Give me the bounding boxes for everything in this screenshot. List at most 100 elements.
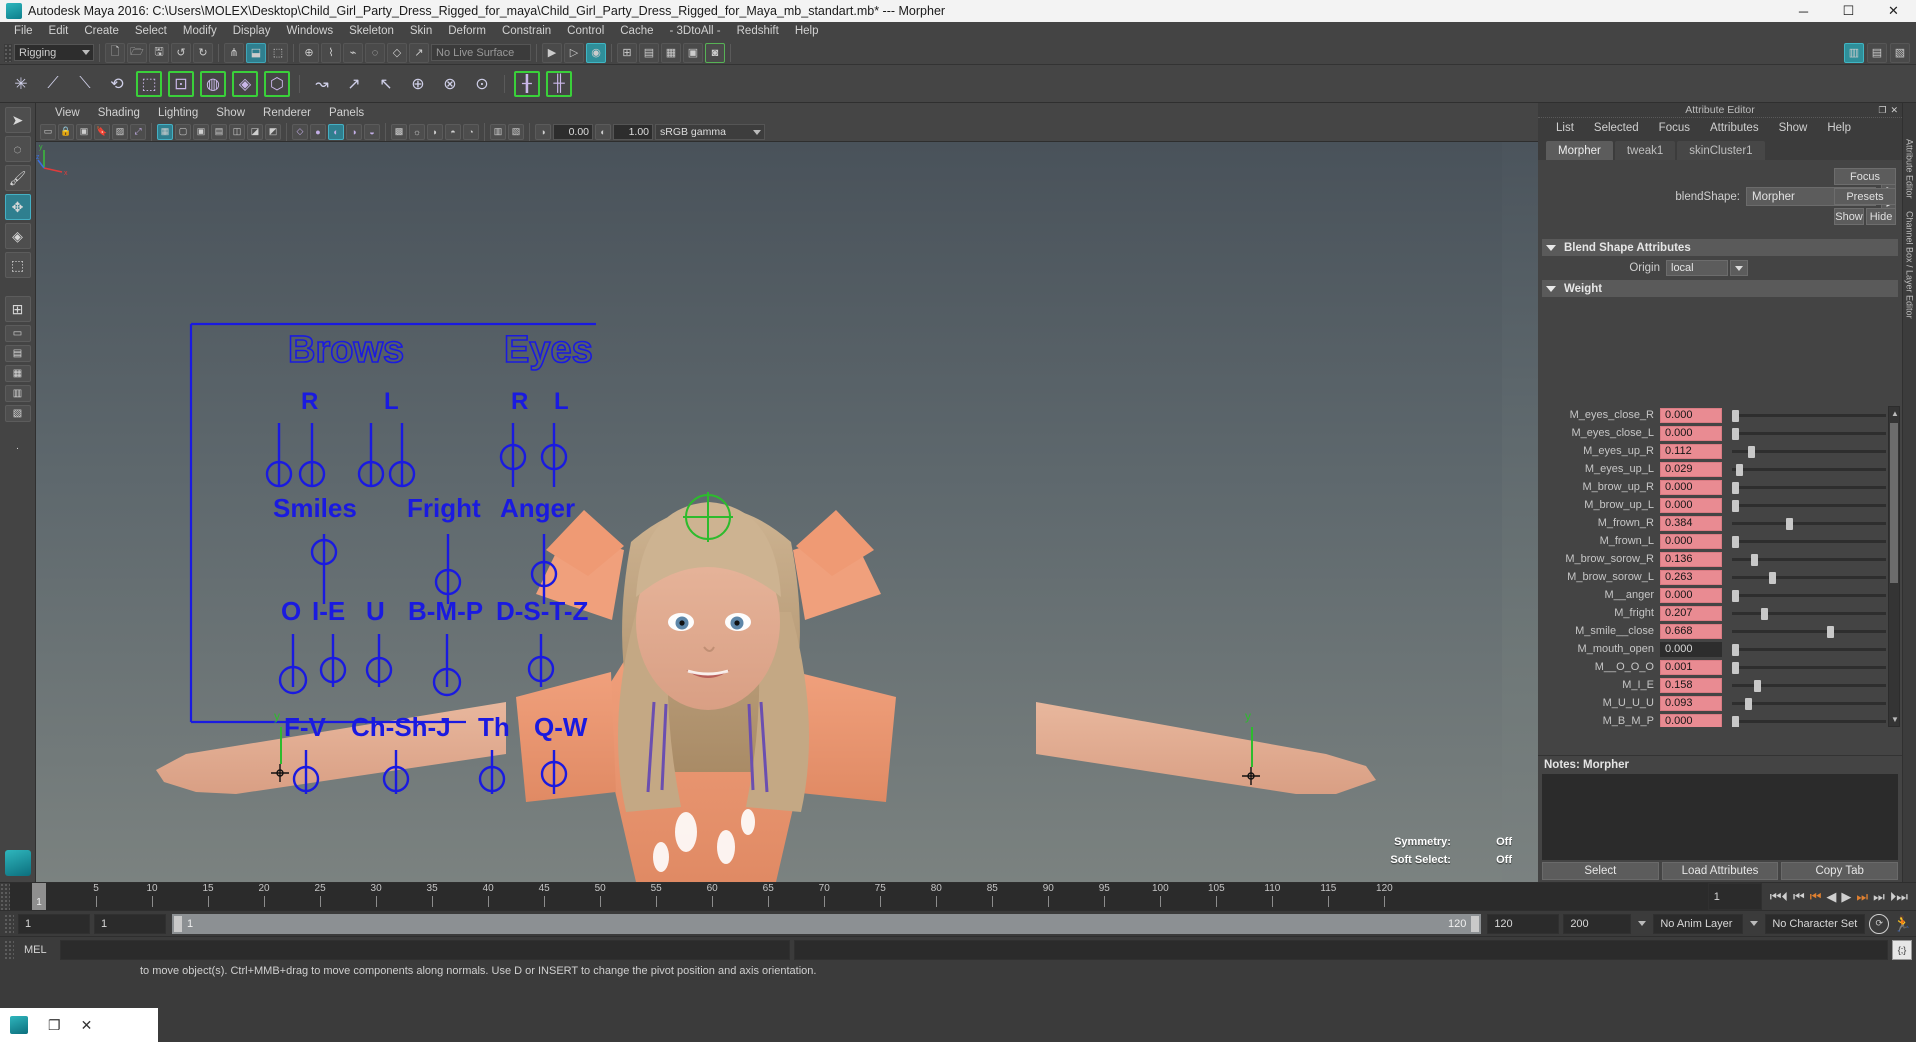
- weight-value-field[interactable]: 0.263: [1660, 569, 1722, 585]
- camera-attributes-icon[interactable]: ▣: [76, 123, 92, 140]
- select-button[interactable]: Select: [1542, 862, 1659, 880]
- render-settings-icon[interactable]: ◉: [586, 42, 606, 63]
- weight-slider[interactable]: [1732, 480, 1886, 495]
- weight-slider[interactable]: [1732, 426, 1886, 441]
- focus-button[interactable]: Focus: [1834, 168, 1896, 185]
- minimize-button[interactable]: ─: [1781, 0, 1826, 22]
- lasso-select-tool[interactable]: ◌: [4, 136, 31, 162]
- bookmark-icon[interactable]: 🔖: [94, 123, 110, 140]
- maya-taskbar-icon[interactable]: [10, 1016, 28, 1034]
- close-panel-icon[interactable]: ✕: [1890, 105, 1898, 116]
- menu-constrain[interactable]: Constrain: [494, 22, 559, 41]
- shadows-toggle-icon[interactable]: ◗: [427, 123, 443, 140]
- attribute-editor-toggle-icon[interactable]: ◙: [705, 42, 725, 63]
- xray-joints-icon[interactable]: ◪: [247, 123, 263, 140]
- workspace-icon[interactable]: ▥: [1844, 42, 1864, 63]
- undock-icon[interactable]: ❐: [1878, 105, 1886, 116]
- weight-value-field[interactable]: 0.000: [1660, 497, 1722, 513]
- menu-help[interactable]: Help: [787, 22, 827, 41]
- slider-handle[interactable]: [1732, 427, 1739, 440]
- show-button[interactable]: Show: [1834, 208, 1864, 225]
- weight-section[interactable]: Weight: [1542, 280, 1898, 297]
- weight-value-field[interactable]: 0.384: [1660, 515, 1722, 531]
- paint-select-tool[interactable]: 🖌: [4, 165, 31, 191]
- load-attributes-button[interactable]: Load Attributes: [1661, 862, 1779, 880]
- blend-shape-attributes-section[interactable]: Blend Shape Attributes: [1542, 239, 1898, 256]
- ik-spline-icon[interactable]: ⟍: [72, 71, 98, 97]
- wireframe-shading-icon[interactable]: ◇: [292, 123, 308, 140]
- slider-handle[interactable]: [1732, 661, 1740, 674]
- gamma-icon[interactable]: ◐: [595, 123, 611, 140]
- weight-value-field[interactable]: 0.136: [1660, 551, 1722, 567]
- xray-active-components-icon[interactable]: ◩: [265, 123, 281, 140]
- flat-shade-icon[interactable]: ◑: [346, 123, 362, 140]
- slider-handle[interactable]: [1786, 517, 1794, 530]
- move-tool[interactable]: ✥: [4, 194, 31, 220]
- snap-normal-icon[interactable]: ↗: [409, 42, 429, 63]
- range-end-handle[interactable]: [1471, 915, 1480, 932]
- weight-value-field[interactable]: 0.093: [1660, 695, 1722, 711]
- tab-tweak1[interactable]: tweak1: [1614, 141, 1676, 160]
- menu-skin[interactable]: Skin: [402, 22, 440, 41]
- weight-slider[interactable]: [1732, 606, 1886, 621]
- vertical-tab-channel-box[interactable]: Channel Box / Layer Editor: [1905, 205, 1915, 325]
- slider-handle[interactable]: [1732, 535, 1739, 548]
- add-constraint-icon[interactable]: ⊕: [405, 71, 431, 97]
- menu-display[interactable]: Display: [225, 22, 279, 41]
- exposure-value[interactable]: 0.00: [553, 123, 593, 140]
- select-by-component-icon[interactable]: ⬚: [268, 42, 288, 63]
- close-button[interactable]: ✕: [1871, 0, 1916, 22]
- menuset-selector[interactable]: Rigging: [14, 44, 94, 61]
- menu-windows[interactable]: Windows: [278, 22, 341, 41]
- chevron-down-icon[interactable]: [1747, 921, 1761, 926]
- ae-menu-list[interactable]: List: [1546, 122, 1584, 134]
- select-camera-icon[interactable]: ▭: [40, 123, 56, 140]
- weight-slider[interactable]: [1732, 642, 1886, 657]
- slider-handle[interactable]: [1732, 589, 1739, 602]
- viewport-menu-show[interactable]: Show: [207, 107, 254, 119]
- layout-persp-outliner-tool[interactable]: ▥: [4, 385, 31, 402]
- go-to-end-icon[interactable]: ⏵⏭: [1890, 890, 1908, 903]
- weight-slider[interactable]: [1732, 516, 1886, 531]
- ae-menu-focus[interactable]: Focus: [1649, 122, 1700, 134]
- snap-grid-tool[interactable]: ⊞: [4, 296, 31, 322]
- step-forward-frame-icon[interactable]: ⏭: [1856, 890, 1868, 903]
- chevron-down-icon[interactable]: [1635, 921, 1649, 926]
- outliner-icon[interactable]: ▤: [639, 42, 659, 63]
- redo-icon[interactable]: ↻: [193, 42, 213, 63]
- current-time-indicator[interactable]: 1: [32, 883, 46, 910]
- origin-select[interactable]: local: [1666, 260, 1728, 276]
- menu-3dtoall[interactable]: - 3DtoAll -: [662, 22, 729, 41]
- viewport-menu-panels[interactable]: Panels: [320, 107, 373, 119]
- blend-shape-icon[interactable]: ◍: [200, 70, 226, 97]
- screen-space-ao-icon[interactable]: ◓: [445, 123, 461, 140]
- new-scene-icon[interactable]: 🗋: [105, 42, 125, 63]
- viewport-menu-lighting[interactable]: Lighting: [149, 107, 207, 119]
- go-to-start-icon[interactable]: ⏮⏴: [1770, 890, 1788, 903]
- 3d-viewport[interactable]: Brows Eyes R L R L Smiles Fright Anger O…: [36, 142, 1538, 882]
- menu-cache[interactable]: Cache: [612, 22, 661, 41]
- select-by-hierarchy-icon[interactable]: ⋔: [224, 42, 244, 63]
- animation-end-field[interactable]: 120: [1487, 913, 1560, 934]
- show-hide-hypergraph-icon[interactable]: ⊞: [617, 42, 637, 63]
- auto-key-icon[interactable]: ⟳: [1869, 913, 1890, 934]
- character-set-field[interactable]: No Character Set: [1765, 913, 1866, 934]
- command-line-grip[interactable]: [4, 939, 14, 960]
- slider-handle[interactable]: [1747, 445, 1755, 458]
- layout-hypershade-tool[interactable]: ▧: [4, 405, 31, 422]
- viewport-menu-view[interactable]: View: [46, 107, 89, 119]
- show-channel-box-icon[interactable]: ▤: [1867, 42, 1887, 63]
- multisample-aa-icon[interactable]: ▥: [490, 123, 506, 140]
- rebuild-curve-icon[interactable]: ↖: [373, 71, 399, 97]
- open-scene-icon[interactable]: 🗁: [127, 42, 147, 63]
- weight-value-field[interactable]: 0.668: [1660, 623, 1722, 639]
- viewport-menu-renderer[interactable]: Renderer: [254, 107, 320, 119]
- open-render-view-icon[interactable]: ▶: [542, 42, 562, 63]
- playback-end-field[interactable]: 200: [1563, 913, 1632, 934]
- weight-value-field[interactable]: 0.112: [1660, 443, 1722, 459]
- layout-single-pane-tool[interactable]: ▭: [4, 325, 31, 342]
- weight-slider[interactable]: [1732, 570, 1886, 585]
- mirror-joint-icon[interactable]: ⟲: [104, 71, 130, 97]
- joint-tool-icon[interactable]: ✳: [8, 71, 34, 97]
- scrollbar-thumb[interactable]: [1890, 423, 1898, 583]
